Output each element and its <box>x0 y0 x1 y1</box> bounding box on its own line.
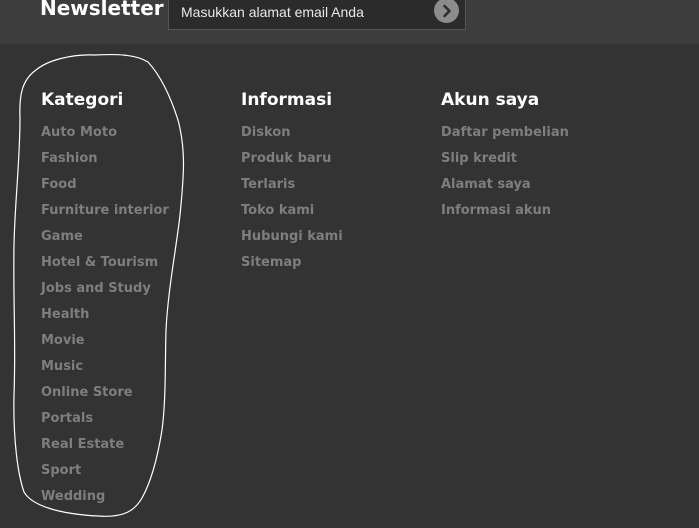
newsletter-form <box>168 0 466 30</box>
account-link-alamat-saya[interactable]: Alamat saya <box>441 172 569 198</box>
category-link-online-store[interactable]: Online Store <box>41 380 169 406</box>
footer-column-kategori: Kategori Auto Moto Fashion Food Furnitur… <box>41 88 169 510</box>
info-list: Diskon Produk baru Terlaris Toko kami Hu… <box>241 120 343 276</box>
category-link-movie[interactable]: Movie <box>41 328 169 354</box>
chevron-right-icon <box>442 4 451 17</box>
category-link-music[interactable]: Music <box>41 354 169 380</box>
column-heading-kategori: Kategori <box>41 90 124 110</box>
account-link-daftar-pembelian[interactable]: Daftar pembelian <box>441 120 569 146</box>
newsletter-title: Newsletter <box>40 0 164 20</box>
category-list: Auto Moto Fashion Food Furniture interio… <box>41 120 169 510</box>
newsletter-bar: Newsletter <box>0 0 699 44</box>
footer-column-informasi: Informasi Diskon Produk baru Terlaris To… <box>241 88 343 276</box>
category-link-sport[interactable]: Sport <box>41 458 169 484</box>
info-link-terlaris[interactable]: Terlaris <box>241 172 343 198</box>
newsletter-email-input[interactable] <box>181 1 421 23</box>
account-link-informasi-akun[interactable]: Informasi akun <box>441 198 569 224</box>
category-link-auto-moto[interactable]: Auto Moto <box>41 120 169 146</box>
account-list: Daftar pembelian Slip kredit Alamat saya… <box>441 120 569 224</box>
info-link-hubungi-kami[interactable]: Hubungi kami <box>241 224 343 250</box>
column-heading-akun-saya: Akun saya <box>441 90 540 110</box>
category-link-fashion[interactable]: Fashion <box>41 146 169 172</box>
category-link-furniture-interior[interactable]: Furniture interior <box>41 198 169 224</box>
info-link-diskon[interactable]: Diskon <box>241 120 343 146</box>
info-link-produk-baru[interactable]: Produk baru <box>241 146 343 172</box>
newsletter-submit-button[interactable] <box>434 0 459 23</box>
footer-column-akun-saya: Akun saya Daftar pembelian Slip kredit A… <box>441 88 569 224</box>
category-link-wedding[interactable]: Wedding <box>41 484 169 510</box>
category-link-portals[interactable]: Portals <box>41 406 169 432</box>
category-link-game[interactable]: Game <box>41 224 169 250</box>
category-link-jobs-and-study[interactable]: Jobs and Study <box>41 276 169 302</box>
info-link-toko-kami[interactable]: Toko kami <box>241 198 343 224</box>
info-link-sitemap[interactable]: Sitemap <box>241 250 343 276</box>
category-link-real-estate[interactable]: Real Estate <box>41 432 169 458</box>
column-heading-informasi: Informasi <box>241 90 333 110</box>
category-link-food[interactable]: Food <box>41 172 169 198</box>
account-link-slip-kredit[interactable]: Slip kredit <box>441 146 569 172</box>
category-link-health[interactable]: Health <box>41 302 169 328</box>
category-link-hotel-tourism[interactable]: Hotel & Tourism <box>41 250 169 276</box>
